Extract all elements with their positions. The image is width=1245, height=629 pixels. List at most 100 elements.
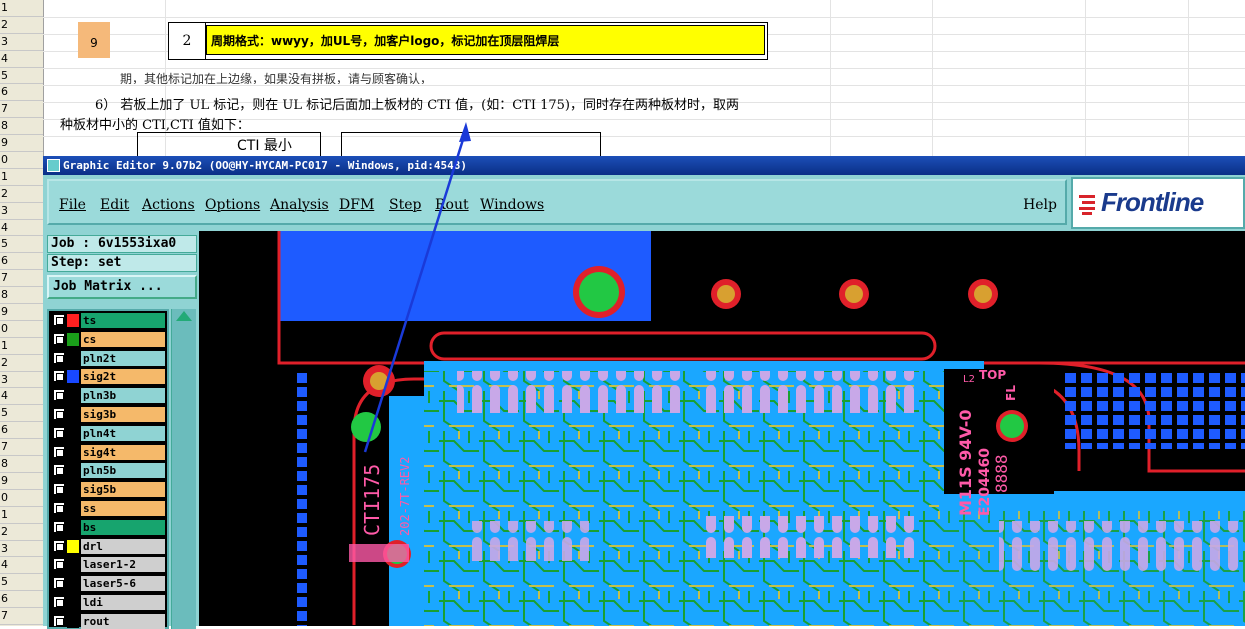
layer-color-swatch[interactable] — [67, 408, 79, 421]
layer-row-laser1-2[interactable]: laser1-2 — [51, 557, 165, 573]
layer-name[interactable]: bs — [81, 519, 165, 535]
layer-color-swatch[interactable] — [67, 389, 79, 403]
row-number[interactable]: 4 — [0, 51, 43, 68]
layer-checkbox[interactable] — [53, 370, 65, 383]
row-number[interactable]: 2 — [0, 17, 43, 34]
layer-color-swatch[interactable] — [67, 464, 79, 478]
row-number[interactable]: 6 — [0, 591, 43, 609]
layer-checkbox[interactable] — [53, 332, 65, 345]
layer-checkbox[interactable] — [53, 389, 65, 402]
menu-options[interactable]: Options — [205, 197, 260, 213]
row-number[interactable]: 9 — [0, 304, 43, 321]
row-number[interactable]: 8 — [0, 456, 43, 473]
row-number[interactable]: 4 — [0, 557, 43, 575]
row-number[interactable]: 4 — [0, 220, 43, 237]
layer-checkbox[interactable] — [53, 464, 65, 477]
job-matrix-button[interactable]: Job Matrix ... — [47, 275, 197, 299]
row-number[interactable]: 8 — [0, 118, 43, 136]
layer-name[interactable]: ldi — [81, 595, 165, 610]
row-number[interactable]: 3 — [0, 203, 43, 220]
layer-color-swatch[interactable] — [67, 558, 79, 572]
menu-rout[interactable]: Rout — [435, 197, 469, 213]
layer-name[interactable]: pln2t — [81, 350, 165, 366]
layer-color-swatch[interactable] — [67, 502, 79, 515]
layer-name[interactable]: sig2t — [81, 369, 165, 385]
layer-color-swatch[interactable] — [67, 351, 79, 365]
menu-analysis[interactable]: Analysis — [270, 197, 329, 213]
layer-color-swatch[interactable] — [67, 314, 79, 327]
layer-row-pln5b[interactable]: pln5b — [51, 463, 165, 479]
row-number[interactable]: 0 — [0, 321, 43, 338]
row-number[interactable]: 1 — [0, 338, 43, 355]
row-number[interactable]: 5 — [0, 236, 43, 254]
layer-name[interactable]: rout — [81, 613, 165, 629]
row-number[interactable]: 5 — [0, 574, 43, 592]
layer-name[interactable]: cs — [81, 331, 165, 347]
row-number[interactable]: 7 — [0, 439, 43, 457]
layer-checkbox[interactable] — [53, 351, 65, 364]
layer-row-drl[interactable]: drl — [51, 538, 165, 554]
row-number[interactable]: 1 — [0, 507, 43, 524]
row-number[interactable]: 2 — [0, 355, 43, 372]
layer-row-sig4t[interactable]: sig4t — [51, 444, 165, 460]
layer-row-ss[interactable]: ss — [51, 501, 165, 516]
menu-step[interactable]: Step — [389, 197, 421, 213]
menu-dfm[interactable]: DFM — [339, 197, 374, 213]
row-number[interactable]: 5 — [0, 405, 43, 423]
layer-row-laser5-6[interactable]: laser5-6 — [51, 576, 165, 592]
row-number[interactable]: 0 — [0, 490, 43, 507]
layer-checkbox[interactable] — [53, 483, 65, 496]
row-number[interactable]: 3 — [0, 541, 43, 558]
layer-row-ts[interactable]: ts — [51, 313, 165, 328]
layer-name[interactable]: pln4t — [81, 425, 165, 441]
layer-color-swatch[interactable] — [67, 577, 79, 591]
layer-checkbox[interactable] — [53, 539, 65, 552]
layer-color-swatch[interactable] — [67, 332, 79, 346]
layer-checkbox[interactable] — [53, 502, 65, 514]
layer-checkbox[interactable] — [53, 314, 65, 326]
row-number[interactable]: 6 — [0, 422, 43, 440]
row-number[interactable]: 8 — [0, 287, 43, 305]
layer-color-swatch[interactable] — [67, 539, 79, 553]
row-number[interactable]: 9 — [0, 473, 43, 490]
row-number[interactable]: 6 — [0, 253, 43, 271]
layer-color-swatch[interactable] — [67, 445, 79, 459]
scroll-up-arrow-icon[interactable] — [176, 311, 192, 321]
layer-name[interactable]: drl — [81, 538, 165, 554]
layer-checkbox[interactable] — [53, 577, 65, 590]
layer-name[interactable]: ss — [81, 501, 165, 516]
row-number[interactable]: 9 — [0, 135, 43, 153]
layer-row-pln2t[interactable]: pln2t — [51, 350, 165, 366]
layer-row-bs[interactable]: bs — [51, 519, 165, 535]
layer-row-sig5b[interactable]: sig5b — [51, 482, 165, 498]
layer-checkbox[interactable] — [53, 558, 65, 571]
layer-row-pln3b[interactable]: pln3b — [51, 388, 165, 404]
layer-row-rout[interactable]: rout — [51, 613, 165, 629]
layer-row-pln4t[interactable]: pln4t — [51, 425, 165, 441]
layer-name[interactable]: laser5-6 — [81, 576, 165, 592]
layer-color-swatch[interactable] — [67, 520, 79, 534]
layer-row-cs[interactable]: cs — [51, 331, 165, 347]
graphic-canvas[interactable]: CTI175 202-7T-REV2 M11S 94V-0 E204460 88… — [199, 231, 1245, 626]
layer-name[interactable]: ts — [81, 313, 165, 328]
row-number[interactable]: 2 — [0, 524, 43, 541]
layer-checkbox[interactable] — [53, 596, 65, 608]
menu-help[interactable]: Help — [1023, 197, 1057, 213]
layer-row-sig2t[interactable]: sig2t — [51, 369, 165, 385]
layer-color-swatch[interactable] — [67, 370, 79, 384]
row-number[interactable]: 3 — [0, 372, 43, 389]
layer-checkbox[interactable] — [53, 445, 65, 458]
menu-actions[interactable]: Actions — [142, 197, 195, 213]
window-titlebar[interactable]: Graphic Editor 9.07b2 (OO@HY-HYCAM-PC017… — [43, 156, 1245, 175]
row-number[interactable]: 7 — [0, 101, 43, 119]
row-number[interactable]: 5 — [0, 68, 43, 85]
layer-name[interactable]: sig5b — [81, 482, 165, 498]
menu-edit[interactable]: Edit — [100, 197, 129, 213]
row-number[interactable]: 4 — [0, 388, 43, 406]
row-number[interactable]: 6 — [0, 84, 43, 102]
layer-row-sig3b[interactable]: sig3b — [51, 407, 165, 422]
layer-checkbox[interactable] — [53, 426, 65, 439]
layer-color-swatch[interactable] — [67, 596, 79, 609]
layer-name[interactable]: sig3b — [81, 407, 165, 422]
highlighted-cell[interactable]: 9 — [78, 22, 110, 58]
